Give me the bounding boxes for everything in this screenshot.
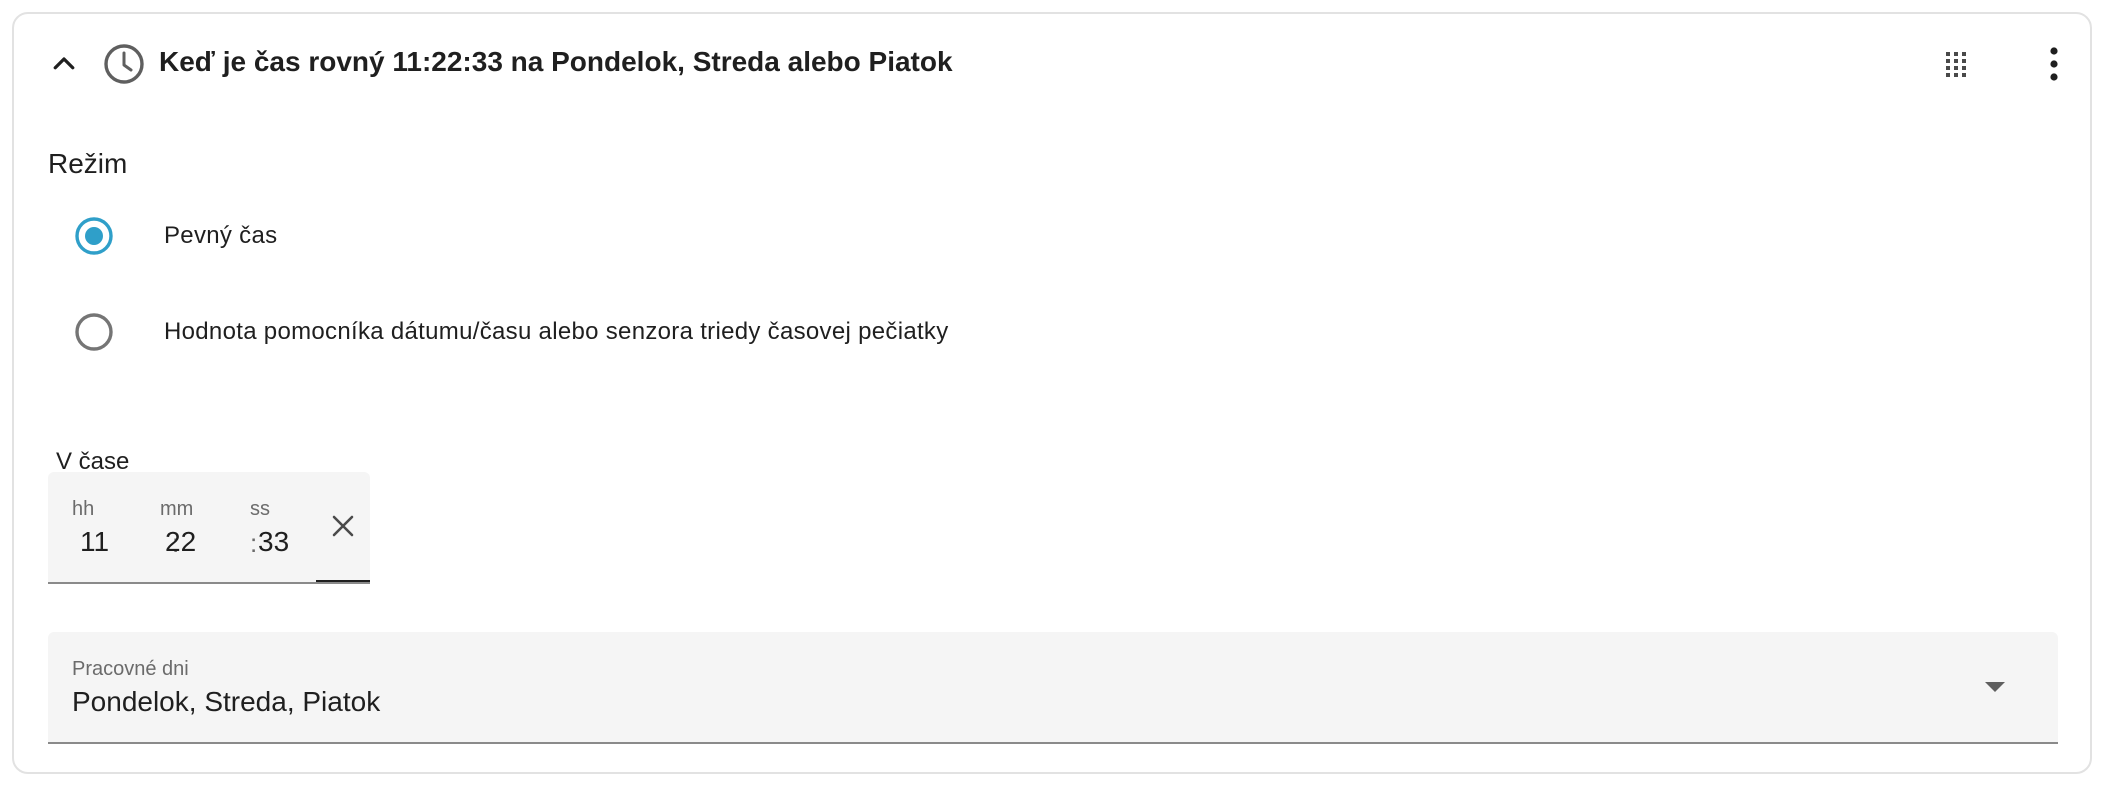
overflow-menu-button[interactable] [2030, 40, 2078, 88]
dropdown-arrow-icon[interactable] [1980, 672, 2010, 702]
hours-segment[interactable]: hh 11 [70, 472, 140, 582]
radio-selected-icon[interactable] [74, 216, 114, 256]
drag-handle-button[interactable] [1932, 40, 1980, 88]
mode-option-label: Hodnota pomocníka dátumu/času alebo senz… [164, 318, 949, 345]
mode-option-fixed-time[interactable]: Pevný čas [74, 208, 277, 264]
trigger-header: Keď je čas rovný 11:22:33 na Pondelok, S… [14, 14, 2090, 110]
trigger-card: Keď je čas rovný 11:22:33 na Pondelok, S… [12, 12, 2092, 774]
radio-unselected-icon[interactable] [74, 312, 114, 352]
mode-label: Režim [48, 148, 128, 179]
dots-vertical-icon [2050, 47, 2058, 81]
collapse-button[interactable] [42, 42, 86, 86]
time-input: hh 11 : mm 22 : ss 33 [48, 472, 370, 584]
seconds-segment[interactable]: ss 33 [250, 472, 320, 582]
mode-option-label: Pevný čas [164, 222, 278, 249]
chevron-up-icon [53, 57, 75, 70]
weekdays-value: Pondelok, Streda, Piatok [72, 686, 381, 717]
minutes-input[interactable]: 22 [165, 526, 196, 558]
seconds-label: ss [250, 498, 270, 520]
clock-icon [104, 44, 144, 84]
close-icon [332, 515, 354, 537]
minutes-label: mm [160, 498, 194, 520]
minutes-segment[interactable]: mm 22 [160, 472, 230, 582]
weekdays-select[interactable]: Pracovné dni Pondelok, Streda, Piatok [48, 632, 2058, 744]
trigger-title: Keď je čas rovný 11:22:33 na Pondelok, S… [159, 46, 953, 77]
hours-label: hh [72, 498, 95, 520]
hours-input[interactable]: 11 [80, 526, 109, 558]
drag-grid-icon [1946, 52, 1966, 77]
clear-time-button[interactable] [316, 472, 370, 582]
mode-option-helper-sensor[interactable]: Hodnota pomocníka dátumu/času alebo senz… [74, 304, 949, 360]
weekdays-label: Pracovné dni [72, 658, 189, 680]
seconds-input[interactable]: 33 [258, 526, 289, 558]
